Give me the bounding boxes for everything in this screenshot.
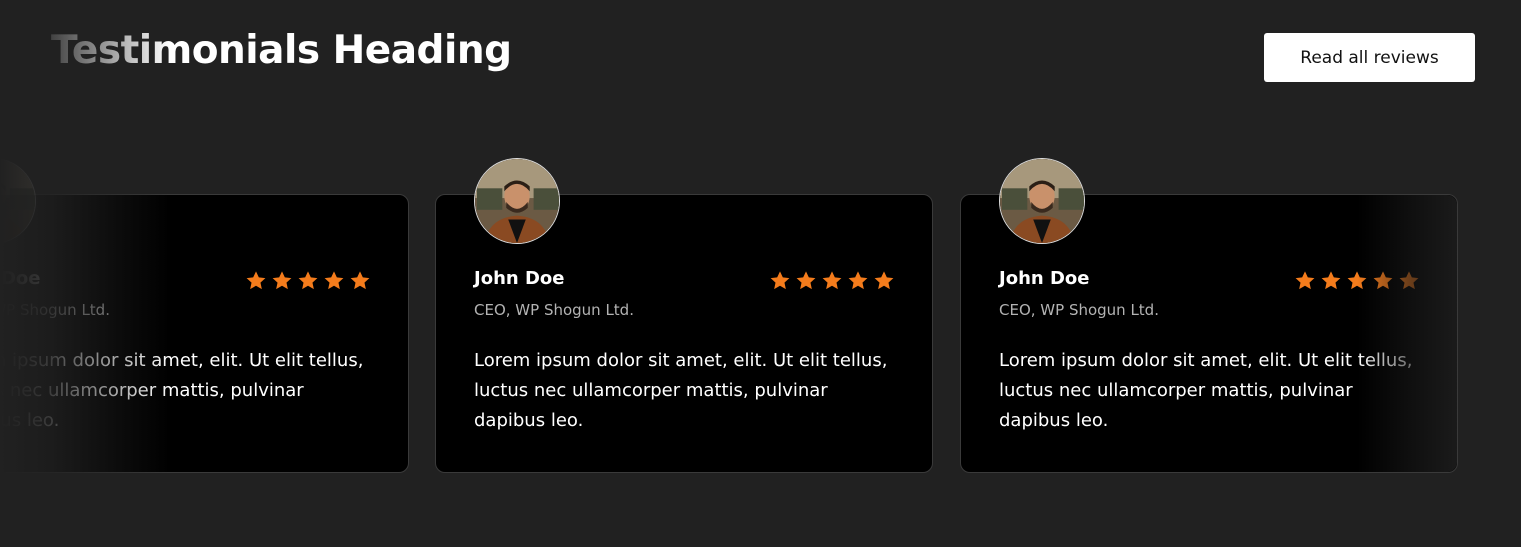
star-icon — [297, 270, 319, 291]
star-icon — [323, 270, 345, 291]
avatar — [0, 158, 36, 244]
star-icon — [1320, 270, 1342, 291]
testimonial-quote: Lorem ipsum dolor sit amet, elit. Ut eli… — [0, 350, 364, 431]
star-icon — [245, 270, 267, 291]
reviewer-name: John Doe — [999, 268, 1090, 289]
reviewer-name: John Doe — [474, 268, 565, 289]
star-icon — [271, 270, 293, 291]
star-icon — [1294, 270, 1316, 291]
testimonial-card: John Doe CEO, WP Shogun Ltd. Lorem ipsum… — [0, 158, 409, 473]
star-icon — [873, 270, 895, 291]
reviewer-role: CEO, WP Shogun Ltd. — [474, 301, 634, 319]
rating-stars — [245, 270, 371, 291]
star-icon — [1398, 270, 1420, 291]
reviewer-role: CEO, WP Shogun Ltd. — [999, 301, 1159, 319]
star-icon — [821, 270, 843, 291]
avatar-photo-icon — [475, 159, 559, 243]
reviewer-role: CEO, WP Shogun Ltd. — [0, 301, 110, 319]
testimonial-card: John Doe CEO, WP Shogun Ltd. Lorem ipsum… — [960, 158, 1458, 473]
testimonial-quote: Lorem ipsum dolor sit amet, elit. Ut eli… — [474, 350, 888, 431]
avatar-photo-icon — [0, 159, 35, 243]
star-icon — [769, 270, 791, 291]
star-icon — [349, 270, 371, 291]
avatar — [474, 158, 560, 244]
star-icon — [847, 270, 869, 291]
reviewer-name: John Doe — [0, 268, 41, 289]
avatar-photo-icon — [1000, 159, 1084, 243]
testimonial-quote: Lorem ipsum dolor sit amet, elit. Ut eli… — [999, 350, 1413, 431]
star-icon — [1346, 270, 1368, 291]
testimonial-card: John Doe CEO, WP Shogun Ltd. Lorem ipsum… — [435, 158, 933, 473]
testimonials-section: Testimonials Heading Read all reviews Jo… — [0, 0, 1521, 547]
avatar — [999, 158, 1085, 244]
star-icon — [795, 270, 817, 291]
star-icon — [1372, 270, 1394, 291]
rating-stars — [769, 270, 895, 291]
rating-stars — [1294, 270, 1420, 291]
testimonial-carousel[interactable]: John Doe CEO, WP Shogun Ltd. Lorem ipsum… — [0, 0, 1521, 547]
